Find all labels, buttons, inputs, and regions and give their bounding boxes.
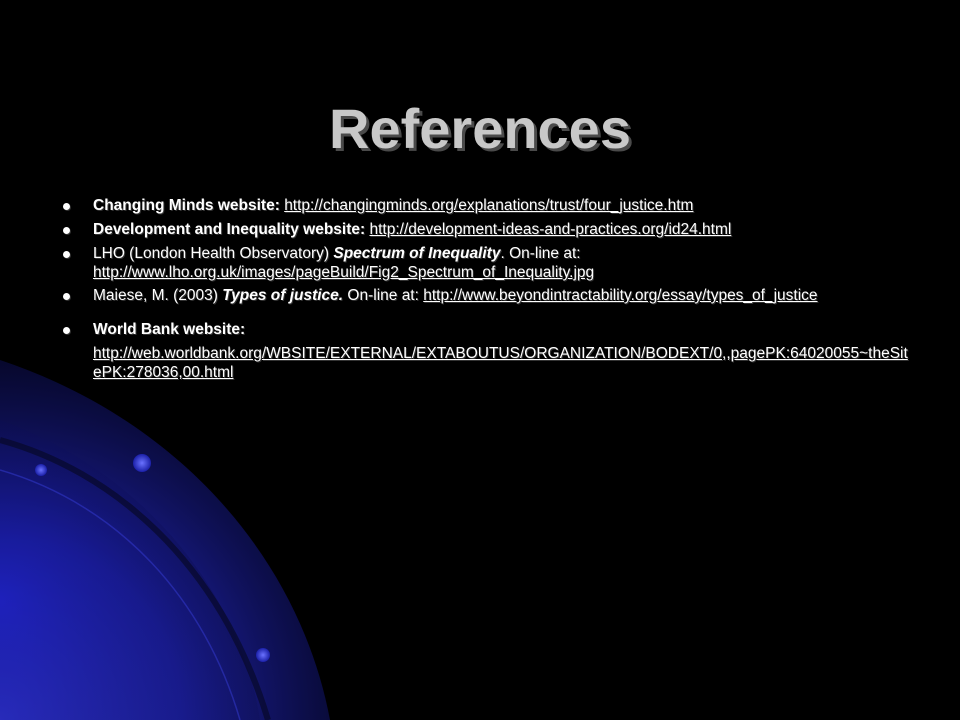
bullet-icon	[63, 227, 70, 234]
reference-author: Maiese, M. (2003)	[93, 287, 218, 304]
reference-link[interactable]: http://changingminds.org/explanations/tr…	[284, 197, 693, 214]
reference-suffix: . On-line at:	[500, 245, 581, 262]
reference-work-title: Spectrum of Inequality	[333, 245, 501, 262]
reference-author: LHO (London Health Observatory)	[93, 245, 330, 262]
reference-link[interactable]: http://web.worldbank.org/WBSITE/EXTERNAL…	[93, 344, 913, 382]
bullet-icon	[63, 251, 70, 258]
bullet-icon	[63, 293, 70, 300]
reference-suffix: On-line at:	[343, 287, 419, 304]
reference-item-changing-minds: Changing Minds website: http://changingm…	[63, 196, 913, 215]
slide-title: References	[329, 96, 631, 160]
reference-source: World Bank website:	[93, 321, 246, 338]
decor-dot-1	[133, 454, 151, 472]
bullet-icon	[63, 327, 70, 334]
reference-item-maiese: Maiese, M. (2003) Types of justice. On-l…	[63, 286, 913, 305]
reference-source: Development and Inequality website:	[93, 221, 366, 238]
reference-link[interactable]: http://development-ideas-and-practices.o…	[369, 221, 731, 238]
decor-dot-2	[35, 464, 47, 476]
reference-work-title: Types of justice.	[222, 287, 344, 304]
reference-item-world-bank: World Bank website: http://web.worldbank…	[63, 320, 913, 382]
bullet-icon	[63, 203, 70, 210]
reference-item-lho: LHO (London Health Observatory) Spectrum…	[63, 244, 913, 282]
reference-item-development-inequality: Development and Inequality website: http…	[63, 220, 913, 239]
slide: References Changing Minds website: http:…	[0, 0, 960, 720]
decor-dot-3	[256, 648, 270, 662]
reference-link[interactable]: http://www.beyondintractability.org/essa…	[423, 287, 817, 304]
reference-link[interactable]: http://www.lho.org.uk/images/pageBuild/F…	[93, 264, 594, 281]
reference-source: Changing Minds website:	[93, 197, 280, 214]
